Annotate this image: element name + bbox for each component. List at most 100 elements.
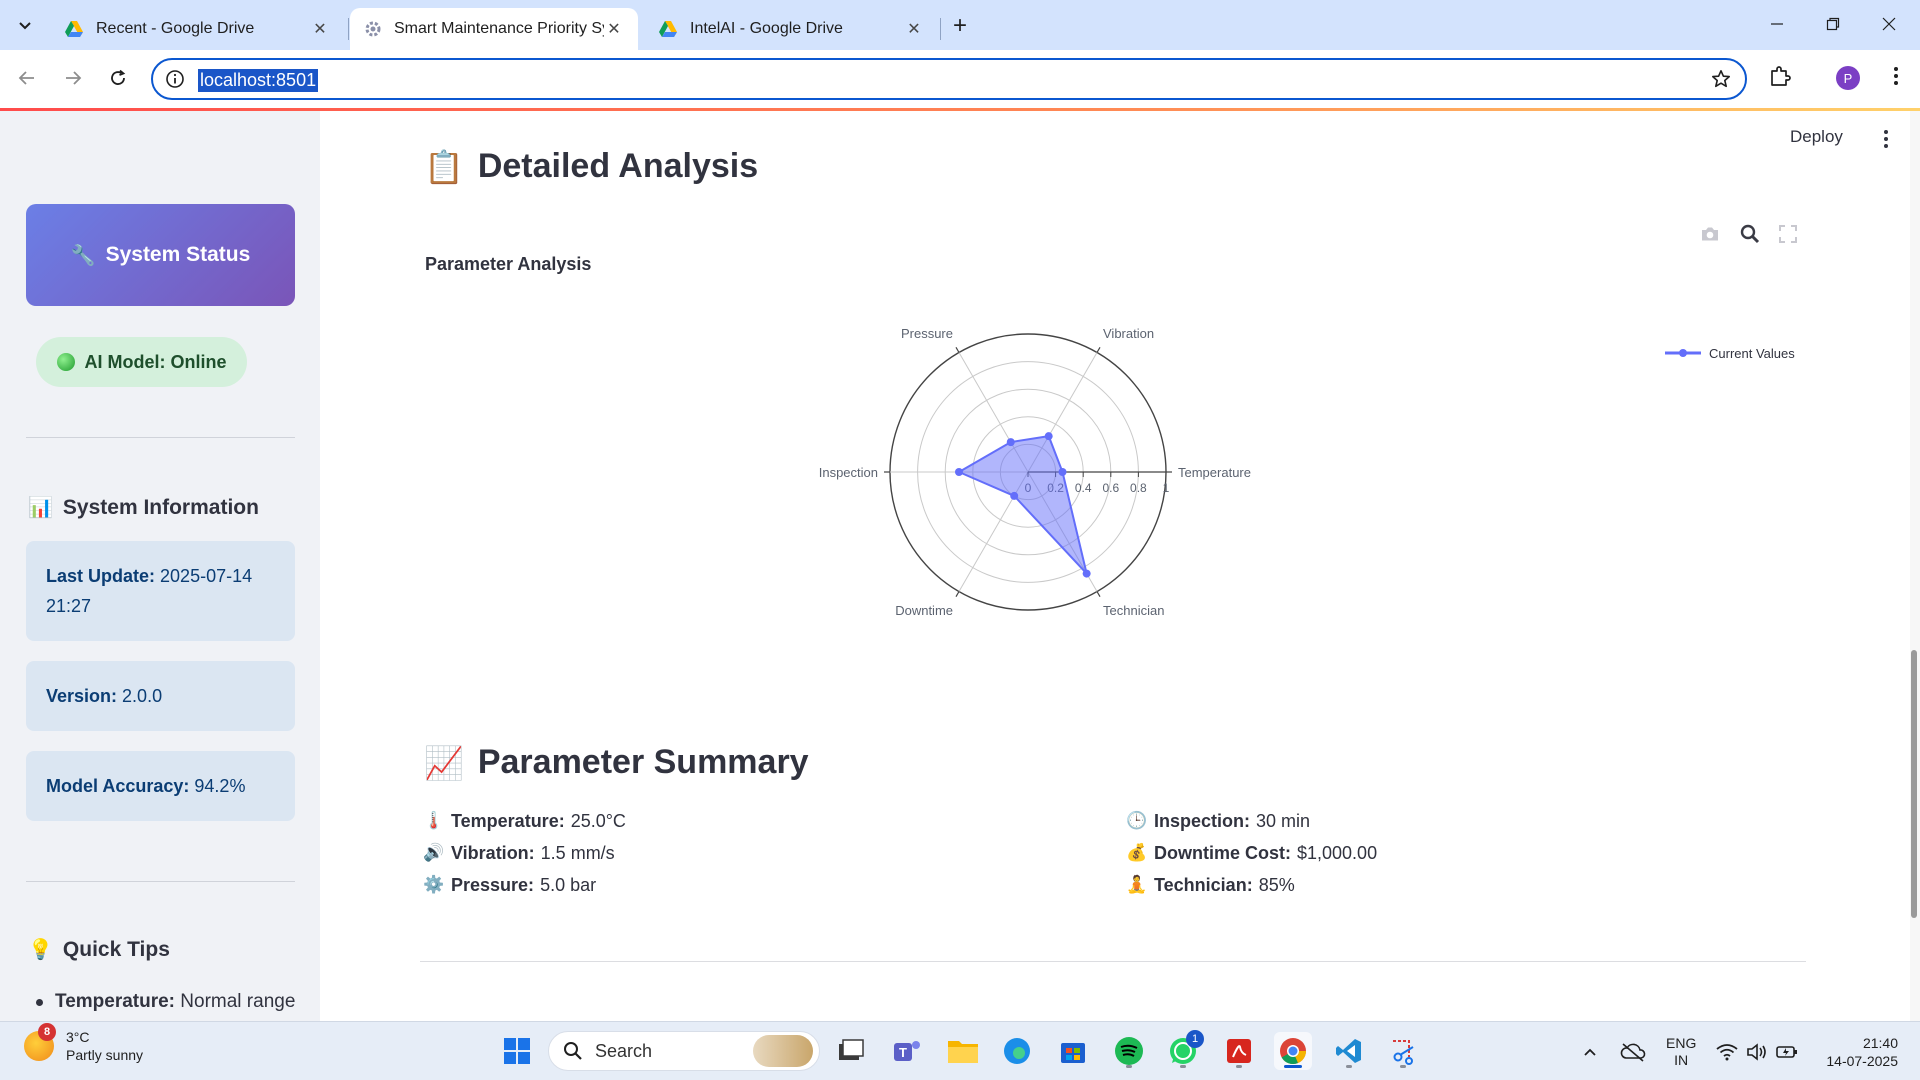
browser-menu-icon[interactable] xyxy=(1884,64,1908,93)
restore-icon xyxy=(1826,17,1840,31)
pdf-reader-icon xyxy=(1227,1039,1251,1063)
radar-angular-tick xyxy=(1096,591,1101,598)
weather-widget[interactable]: 8 3°C Partly sunny xyxy=(24,1023,143,1064)
taskbar-chrome[interactable] xyxy=(1274,1032,1312,1070)
teams-icon: T xyxy=(894,1041,920,1061)
clock-date: 14-07-2025 xyxy=(1826,1052,1898,1069)
tip-item: Temperature: Normal range xyxy=(36,991,295,1013)
tab-smart-maintenance[interactable]: Smart Maintenance Priority System ✕ xyxy=(350,8,638,50)
info-label: Last Update: xyxy=(46,566,156,586)
taskbar-teams[interactable]: T xyxy=(888,1032,926,1070)
extensions-puzzle-icon[interactable] xyxy=(1768,64,1792,93)
profile-avatar[interactable]: P xyxy=(1836,66,1860,90)
chrome-icon xyxy=(1280,1038,1306,1065)
summary-technician: 🧘 Technician: 85% xyxy=(1126,869,1377,901)
summary-inspection: 🕒 Inspection: 30 min xyxy=(1126,805,1377,837)
input-language[interactable]: ENG IN xyxy=(1666,1022,1696,1080)
close-window-button[interactable] xyxy=(1866,8,1912,40)
site-info-icon[interactable] xyxy=(165,69,185,94)
running-indicator xyxy=(1400,1065,1406,1068)
new-tab-button[interactable]: + xyxy=(946,12,974,40)
sidebar: 🔧 System Status AI Model: Online 📊 Syste… xyxy=(0,111,320,1021)
tab-title: Recent - Google Drive xyxy=(96,20,255,37)
radar-chart[interactable]: Temperature Vibration Pressure Inspection Do… xyxy=(320,111,1910,711)
arrow-right-icon xyxy=(66,71,82,85)
summary-value: 1.5 mm/s xyxy=(540,842,615,863)
taskbar-vscode[interactable] xyxy=(1330,1032,1368,1070)
tab-intelai-google-drive[interactable]: IntelAI - Google Drive ✕ xyxy=(644,8,938,50)
close-tab-icon[interactable]: ✕ xyxy=(310,19,330,39)
edge-icon xyxy=(1004,1038,1030,1064)
spotify-icon xyxy=(1115,1037,1143,1065)
taskbar-store[interactable] xyxy=(1054,1032,1092,1070)
taskbar-task-view[interactable] xyxy=(832,1032,870,1070)
tab-search-button[interactable] xyxy=(10,11,40,39)
tab-title: Smart Maintenance Priority System xyxy=(394,20,604,37)
summary-value: 30 min xyxy=(1256,810,1311,831)
taskbar-acrobat[interactable] xyxy=(1220,1032,1258,1070)
browser-tab-bar: Recent - Google Drive ✕ Smart Maintenanc… xyxy=(0,0,1920,50)
summary-vibration: 🔊 Vibration: 1.5 mm/s xyxy=(423,837,626,869)
summary-left-column: 🌡️ Temperature: 25.0°C 🔊 Vibration: 1.5 … xyxy=(423,805,626,901)
taskbar-spotify[interactable] xyxy=(1110,1032,1148,1070)
sidebar-divider xyxy=(26,437,295,438)
close-tab-icon[interactable]: ✕ xyxy=(904,19,924,39)
radar-radial-tick-label: 1 xyxy=(1163,481,1170,495)
model-status-label: AI Model: Online xyxy=(84,351,227,372)
streamlit-gear-icon xyxy=(365,21,381,37)
volume-icon xyxy=(1747,1042,1766,1061)
taskbar-search[interactable]: Search xyxy=(548,1031,820,1071)
legend-marker xyxy=(1679,349,1687,357)
weather-temp: 3°C xyxy=(66,1029,90,1045)
clock-time: 21:40 xyxy=(1862,1034,1898,1051)
person-icon: 🧘 xyxy=(1126,875,1148,894)
scrollbar-thumb[interactable] xyxy=(1911,650,1917,918)
radar-radial-tick-label: 0.6 xyxy=(1102,481,1119,495)
quick-tips-heading: 💡 Quick Tips xyxy=(28,937,170,962)
close-icon xyxy=(1882,17,1896,31)
green-circle-icon xyxy=(56,353,75,371)
tip-value: Normal range xyxy=(180,991,296,1012)
onedrive-status[interactable] xyxy=(1620,1022,1646,1080)
quick-settings[interactable] xyxy=(1716,1022,1798,1080)
money-bag-icon: 💰 xyxy=(1126,843,1148,862)
system-clock[interactable]: 21:40 14-07-2025 xyxy=(1818,1022,1898,1080)
light-bulb-icon: 💡 xyxy=(28,939,53,961)
taskbar-file-explorer[interactable] xyxy=(944,1032,982,1070)
start-button[interactable] xyxy=(498,1032,536,1070)
search-placeholder: Search xyxy=(595,1040,653,1061)
radar-series-area xyxy=(958,435,1088,575)
address-bar[interactable]: localhost:8501 xyxy=(151,58,1747,100)
url-text[interactable]: localhost:8501 xyxy=(198,69,319,92)
summary-label: Technician: xyxy=(1154,874,1253,895)
show-hidden-icons[interactable] xyxy=(1582,1022,1598,1080)
radar-data-point xyxy=(1082,569,1091,578)
taskbar-snipping-tool[interactable] xyxy=(1384,1032,1422,1070)
taskbar-whatsapp[interactable]: 1 xyxy=(1164,1030,1204,1070)
running-indicator xyxy=(1346,1065,1352,1068)
back-button[interactable] xyxy=(12,63,42,93)
summary-downtime-cost: 💰 Downtime Cost: $1,000.00 xyxy=(1126,837,1377,869)
taskbar-edge[interactable] xyxy=(998,1032,1036,1070)
battery-charging-icon xyxy=(1776,1045,1797,1058)
summary-right-column: 🕒 Inspection: 30 min 💰 Downtime Cost: $1… xyxy=(1126,805,1377,901)
task-view-icon xyxy=(839,1039,864,1060)
running-indicator xyxy=(1180,1065,1186,1068)
section-divider xyxy=(420,961,1806,962)
reload-button[interactable] xyxy=(103,63,133,93)
summary-value: 25.0°C xyxy=(570,810,626,831)
tip-label: Temperature: xyxy=(55,991,176,1012)
speaker-icon: 🔊 xyxy=(423,843,445,862)
radar-radial-tick-label: 0.8 xyxy=(1130,481,1147,495)
close-tab-icon[interactable]: ✕ xyxy=(604,19,624,39)
tab-recent-google-drive[interactable]: Recent - Google Drive ✕ xyxy=(50,8,344,50)
minimize-button[interactable] xyxy=(1754,8,1800,40)
folder-icon xyxy=(948,1041,978,1063)
forward-button[interactable] xyxy=(58,63,88,93)
bookmark-star-icon[interactable] xyxy=(1711,69,1731,94)
radar-data-point xyxy=(1058,468,1067,476)
radar-data-point xyxy=(1010,491,1019,500)
radar-angular-tick xyxy=(955,591,960,598)
bar-chart-icon: 📊 xyxy=(28,497,53,519)
restore-button[interactable] xyxy=(1810,8,1856,40)
